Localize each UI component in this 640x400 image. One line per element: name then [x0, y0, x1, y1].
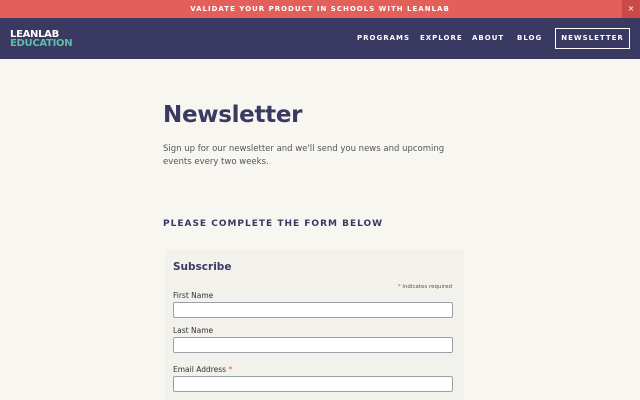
newsletter-button[interactable]: NEWSLETTER: [555, 28, 630, 49]
form-section-heading: PLEASE COMPLETE THE FORM BELOW: [163, 219, 384, 229]
email-label-text: Email Address: [173, 365, 227, 374]
form-title: Subscribe: [173, 261, 232, 273]
required-note: * indicates required: [398, 284, 452, 290]
nav-item-explore[interactable]: EXPLORE: [420, 18, 463, 59]
first-name-field[interactable]: [173, 302, 453, 318]
nav-item-about[interactable]: ABOUT: [472, 18, 504, 59]
announcement-bar: VALIDATE YOUR PRODUCT IN SCHOOLS WITH LE…: [0, 0, 640, 18]
required-asterisk: *: [397, 284, 401, 290]
close-icon[interactable]: ×: [622, 0, 640, 18]
email-required-asterisk: *: [228, 365, 233, 374]
email-field[interactable]: [173, 376, 453, 392]
page-title: Newsletter: [163, 102, 303, 128]
last-name-field[interactable]: [173, 337, 453, 353]
nav-item-blog[interactable]: BLOG: [517, 18, 542, 59]
last-name-label: Last Name: [173, 326, 214, 335]
top-nav: LEANLAB EDUCATION PROGRAMS EXPLORE ABOUT…: [0, 18, 640, 59]
logo[interactable]: LEANLAB EDUCATION: [10, 30, 73, 49]
page-intro: Sign up for our newsletter and we'll sen…: [163, 144, 445, 167]
nav-item-programs[interactable]: PROGRAMS: [357, 18, 410, 59]
logo-line-2: EDUCATION: [10, 38, 73, 49]
subscribe-form: Subscribe * indicates required First Nam…: [165, 249, 464, 400]
email-label: Email Address *: [173, 365, 232, 374]
announcement-text[interactable]: VALIDATE YOUR PRODUCT IN SCHOOLS WITH LE…: [0, 0, 640, 18]
first-name-label: First Name: [173, 291, 214, 300]
required-note-text: indicates required: [402, 284, 452, 290]
